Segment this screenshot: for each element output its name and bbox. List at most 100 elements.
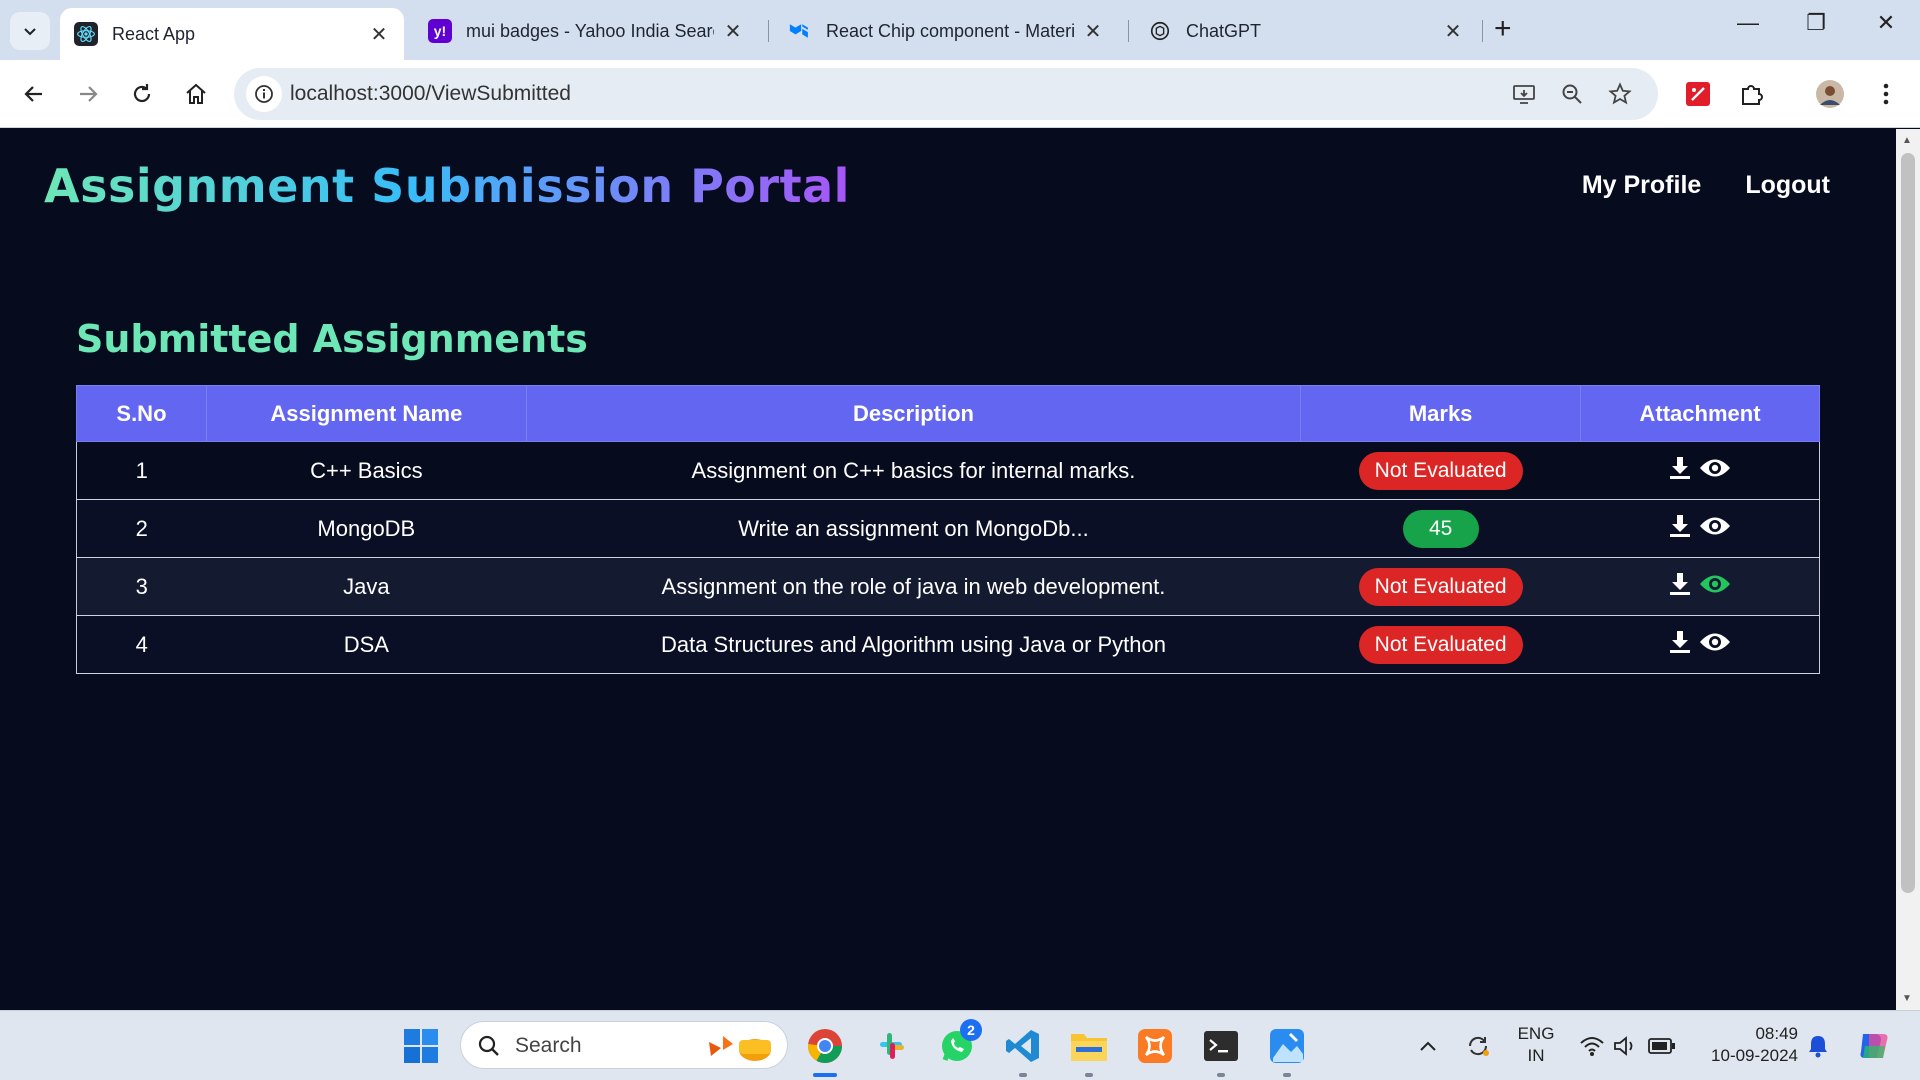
cell-marks: Not Evaluated: [1300, 557, 1581, 616]
reload-button[interactable]: [124, 76, 160, 112]
cell-attachment: [1580, 615, 1820, 674]
whatsapp-taskbar-icon[interactable]: 2: [936, 1019, 982, 1067]
minimize-button[interactable]: —: [1728, 10, 1768, 36]
extension-pdf-icon[interactable]: [1682, 78, 1714, 110]
chatgpt-icon: [1148, 19, 1172, 43]
url-text: localhost:3000/ViewSubmitted: [290, 82, 571, 105]
scroll-down-arrow-icon[interactable]: ▼: [1902, 993, 1912, 1004]
mui-icon: [788, 19, 812, 43]
download-icon[interactable]: [1669, 630, 1691, 654]
site-info-button[interactable]: [246, 76, 282, 112]
copilot-icon[interactable]: [1852, 1025, 1894, 1067]
file-explorer-taskbar-icon[interactable]: [1068, 1025, 1110, 1077]
table-header-row: S.No Assignment Name Description Marks A…: [76, 385, 1820, 442]
tab-search-button[interactable]: [10, 12, 50, 50]
tab-title: React Chip component - Material UI: [826, 20, 1074, 41]
cell-assignment-name: C++ Basics: [206, 441, 527, 500]
header-description: Description: [525, 385, 1302, 442]
tab-divider: [1482, 20, 1483, 42]
new-tab-button[interactable]: +: [1494, 14, 1512, 44]
taskbar-search-box[interactable]: Search: [460, 1021, 788, 1069]
logout-link[interactable]: Logout: [1745, 171, 1830, 200]
my-profile-link[interactable]: My Profile: [1582, 171, 1701, 200]
window-close-button[interactable]: ✕: [1866, 10, 1906, 36]
tab-yahoo-search[interactable]: y! mui badges - Yahoo India Search ✕: [414, 8, 758, 54]
arrow-left-icon: [24, 86, 42, 102]
download-icon[interactable]: [1669, 456, 1691, 480]
terminal-taskbar-icon[interactable]: [1200, 1025, 1242, 1077]
view-eye-icon[interactable]: [1699, 573, 1731, 595]
download-icon[interactable]: [1669, 572, 1691, 596]
running-app-indicator: [1217, 1073, 1225, 1077]
assignments-table: S.No Assignment Name Description Marks A…: [76, 385, 1820, 674]
extensions-puzzle-icon[interactable]: [1736, 78, 1768, 110]
windows-start-icon[interactable]: [400, 1025, 442, 1067]
close-icon[interactable]: ✕: [722, 19, 744, 44]
cell-sno: 4: [76, 615, 207, 674]
app-brand-title[interactable]: Assignment Submission Portal: [44, 159, 850, 213]
language-indicator[interactable]: ENG IN: [1508, 1023, 1564, 1067]
browser-menu-icon[interactable]: [1870, 78, 1902, 110]
home-button[interactable]: [178, 76, 214, 112]
forward-button[interactable]: [70, 76, 106, 112]
cell-attachment: [1580, 557, 1820, 616]
tab-chatgpt[interactable]: ChatGPT ✕: [1134, 8, 1478, 54]
marks-chip: Not Evaluated: [1358, 451, 1523, 490]
region-code: IN: [1527, 1046, 1545, 1065]
chrome-taskbar-icon[interactable]: [804, 1025, 846, 1077]
tab-title: ChatGPT: [1186, 20, 1262, 41]
language-code: ENG: [1517, 1024, 1555, 1043]
running-app-indicator: [1283, 1073, 1291, 1077]
cell-sno: 3: [76, 557, 207, 616]
page-scrollbar[interactable]: ▲ ▼: [1896, 129, 1920, 1010]
cell-description: Write an assignment on MongoDb...: [526, 499, 1301, 558]
wifi-icon[interactable]: [1574, 1025, 1610, 1067]
battery-icon[interactable]: [1644, 1025, 1680, 1067]
tab-mui-chip[interactable]: React Chip component - Material UI ✕: [774, 8, 1118, 54]
cell-marks: Not Evaluated: [1300, 615, 1581, 674]
bookmark-star-icon[interactable]: [1606, 80, 1634, 108]
cell-description: Data Structures and Algorithm using Java…: [526, 615, 1301, 674]
top-nav: My Profile Logout: [1582, 171, 1830, 200]
browser-tab-bar: React App ✕ y! mui badges - Yahoo India …: [0, 0, 1920, 60]
cell-assignment-name: Java: [206, 557, 527, 616]
close-icon[interactable]: ✕: [1082, 19, 1104, 44]
view-eye-icon[interactable]: [1699, 515, 1731, 537]
tab-react-app[interactable]: React App ✕: [60, 8, 404, 60]
close-icon[interactable]: ✕: [1442, 19, 1464, 44]
chevron-up-icon[interactable]: [1410, 1025, 1446, 1067]
sync-icon[interactable]: [1460, 1025, 1496, 1067]
clock[interactable]: 08:49 10-09-2024: [1694, 1023, 1798, 1067]
address-bar[interactable]: localhost:3000/ViewSubmitted: [234, 68, 1658, 120]
info-icon: [255, 85, 273, 103]
notification-bell-icon[interactable]: [1800, 1025, 1836, 1067]
view-eye-icon[interactable]: [1699, 631, 1731, 653]
restore-button[interactable]: ❐: [1796, 10, 1836, 36]
scroll-thumb[interactable]: [1901, 153, 1915, 893]
view-eye-icon[interactable]: [1699, 457, 1731, 479]
download-icon[interactable]: [1669, 514, 1691, 538]
volume-icon[interactable]: [1608, 1025, 1644, 1067]
marks-chip: Not Evaluated: [1358, 625, 1523, 664]
back-button[interactable]: [16, 76, 52, 112]
xampp-taskbar-icon[interactable]: [1134, 1025, 1176, 1067]
profile-avatar[interactable]: [1814, 78, 1846, 110]
zoom-icon[interactable]: [1558, 80, 1586, 108]
photos-taskbar-icon[interactable]: [1266, 1025, 1308, 1077]
react-icon: [74, 22, 98, 46]
tab-title: mui badges - Yahoo India Search: [466, 20, 714, 41]
slack-taskbar-icon[interactable]: [870, 1025, 912, 1067]
running-app-indicator: [1019, 1073, 1027, 1077]
close-icon[interactable]: ✕: [368, 22, 390, 47]
tab-divider: [1128, 20, 1129, 42]
reload-icon: [133, 84, 151, 103]
browser-toolbar: localhost:3000/ViewSubmitted: [0, 60, 1920, 128]
search-icon: [478, 1035, 499, 1056]
header-attachment: Attachment: [1580, 385, 1820, 442]
scroll-up-arrow-icon[interactable]: ▲: [1902, 135, 1912, 146]
cell-sno: 2: [76, 499, 207, 558]
running-app-indicator: [1085, 1073, 1093, 1077]
notification-badge: 2: [960, 1019, 982, 1041]
vscode-taskbar-icon[interactable]: [1002, 1025, 1044, 1077]
install-app-icon[interactable]: [1510, 80, 1538, 108]
